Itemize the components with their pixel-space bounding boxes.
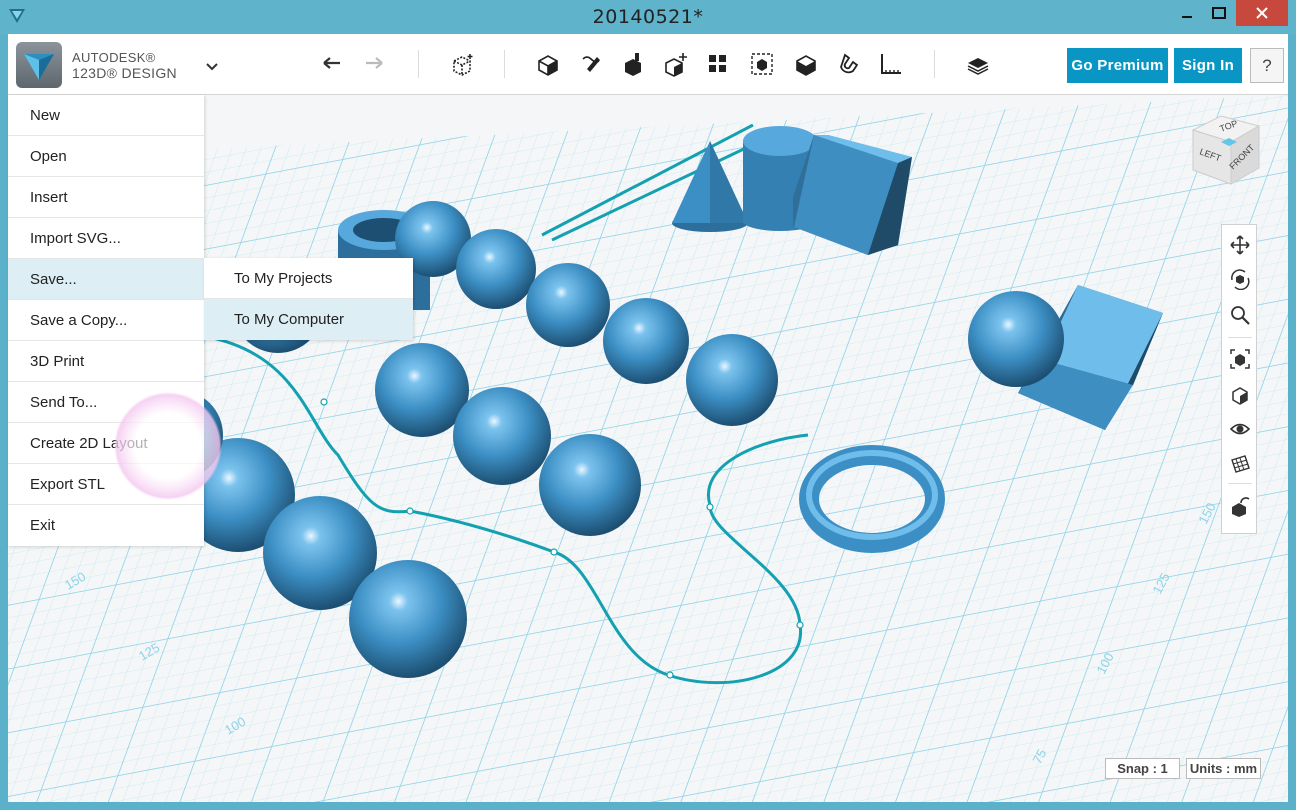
zoom-button[interactable]	[1228, 303, 1252, 327]
nav-divider	[1228, 483, 1252, 484]
magnet-cube-icon	[1232, 497, 1250, 517]
construct-button[interactable]	[620, 50, 648, 78]
visibility-button[interactable]	[1228, 417, 1252, 441]
toolbar-divider	[934, 50, 935, 78]
ruler-icon	[881, 54, 901, 74]
view-cube[interactable]: TOP LEFT FRONT	[1185, 108, 1267, 192]
menu-item-exit[interactable]: Exit	[8, 505, 204, 546]
sketch-icon	[582, 56, 600, 72]
primitives-icon	[453, 54, 473, 76]
undo-button[interactable]	[318, 50, 346, 78]
materials-button[interactable]	[964, 50, 992, 78]
help-button[interactable]: ?	[1250, 48, 1284, 83]
undo-icon	[323, 57, 340, 69]
close-button[interactable]	[1236, 0, 1288, 26]
submenu-item-to-my-projects[interactable]: To My Projects	[204, 258, 413, 299]
pan-button[interactable]	[1228, 233, 1252, 257]
close-icon	[1256, 7, 1268, 19]
main-toolbar: AUTODESK® 123D® DESIGN Go Premium Sign I…	[8, 34, 1288, 95]
go-premium-button[interactable]: Go Premium	[1067, 48, 1168, 83]
fit-button[interactable]	[1228, 347, 1252, 371]
layers-icon	[967, 58, 989, 75]
save-submenu: To My Projects To My Computer	[204, 258, 413, 340]
modify-icon	[665, 53, 687, 77]
pattern-icon	[709, 55, 726, 72]
menu-item-save-copy[interactable]: Save a Copy...	[8, 300, 204, 341]
cube-primitive-icon	[538, 55, 558, 76]
snap-view-button[interactable]	[1228, 495, 1252, 519]
combine-button[interactable]	[792, 50, 820, 78]
logo-icon	[24, 54, 54, 80]
maximize-button[interactable]	[1202, 0, 1236, 26]
eye-icon	[1229, 423, 1251, 435]
units-setting[interactable]: Units : mm	[1186, 758, 1261, 779]
zoom-icon	[1231, 306, 1250, 325]
toolbar-divider	[504, 50, 505, 78]
menu-item-import-svg[interactable]: Import SVG...	[8, 218, 204, 259]
grid-toggle-button[interactable]	[1228, 451, 1252, 475]
menu-item-open[interactable]: Open	[8, 136, 204, 177]
sign-in-button[interactable]: Sign In	[1174, 48, 1242, 83]
minimize-icon	[1182, 16, 1192, 18]
pan-icon	[1230, 235, 1250, 255]
title-bar: 20140521*	[0, 0, 1296, 34]
navigation-bar	[1221, 224, 1257, 534]
sketch-button[interactable]	[578, 50, 606, 78]
maximize-icon	[1212, 7, 1226, 19]
fit-icon	[1230, 349, 1250, 369]
menu-item-new[interactable]: New	[8, 95, 204, 136]
combine-icon	[796, 55, 816, 76]
grouping-button[interactable]	[748, 50, 776, 78]
submenu-item-to-my-computer[interactable]: To My Computer	[204, 299, 413, 340]
chevron-down-icon[interactable]	[204, 58, 220, 74]
measure-button[interactable]	[876, 50, 904, 78]
perspective-icon	[1232, 387, 1248, 405]
brand-company: AUTODESK®	[72, 50, 156, 65]
snap-button[interactable]	[834, 50, 862, 78]
menu-item-save[interactable]: Save...	[8, 259, 204, 300]
orbit-icon	[1231, 269, 1250, 290]
menu-item-3d-print[interactable]: 3D Print	[8, 341, 204, 382]
click-indicator	[114, 392, 222, 500]
primitives-menu-button[interactable]	[534, 50, 562, 78]
brand-product: 123D® DESIGN	[72, 65, 177, 81]
primitives-button[interactable]	[449, 50, 477, 78]
pattern-button[interactable]	[704, 50, 732, 78]
nav-divider	[1228, 337, 1252, 338]
toolbar-divider	[418, 50, 419, 78]
perspective-button[interactable]	[1228, 383, 1252, 407]
orbit-button[interactable]	[1228, 267, 1252, 291]
modify-button[interactable]	[662, 50, 690, 78]
menu-item-insert[interactable]: Insert	[8, 177, 204, 218]
window-title: 20140521*	[592, 6, 704, 28]
redo-icon	[366, 57, 383, 69]
snap-setting[interactable]: Snap : 1	[1105, 758, 1180, 779]
redo-button[interactable]	[360, 50, 388, 78]
magnet-icon	[840, 53, 859, 74]
app-logo[interactable]	[16, 42, 62, 88]
minimize-button[interactable]	[1172, 0, 1202, 26]
sphere-object[interactable]	[968, 291, 1064, 387]
grid-icon	[1231, 455, 1250, 473]
construct-icon	[625, 53, 641, 76]
grouping-icon	[751, 53, 773, 75]
